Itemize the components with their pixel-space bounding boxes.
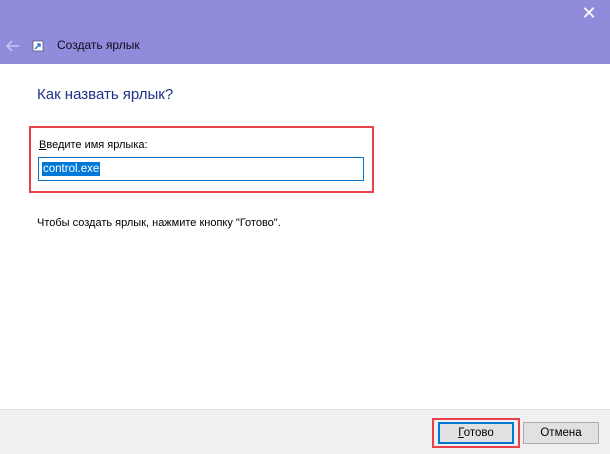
shortcut-name-value: control.exe [42,162,101,176]
back-arrow-icon[interactable] [4,37,22,55]
done-button[interactable]: Готово [438,422,514,444]
page-heading: Как назвать ярлык? [37,86,174,103]
close-icon[interactable]: ✕ [578,2,600,24]
name-field-label: Введите имя ярлыка: [39,139,148,151]
shortcut-name-input[interactable]: control.exe [38,157,364,181]
title-bar: ✕ Создать ярлык [0,0,610,64]
name-label-rest: ведите имя ярлыка: [46,139,148,151]
done-rest: отово [463,427,494,439]
hint-text: Чтобы создать ярлык, нажмите кнопку "Гот… [37,217,281,229]
shortcut-icon [32,40,44,52]
window-title: Создать ярлык [57,38,140,52]
cancel-button[interactable]: Отмена [523,422,599,444]
